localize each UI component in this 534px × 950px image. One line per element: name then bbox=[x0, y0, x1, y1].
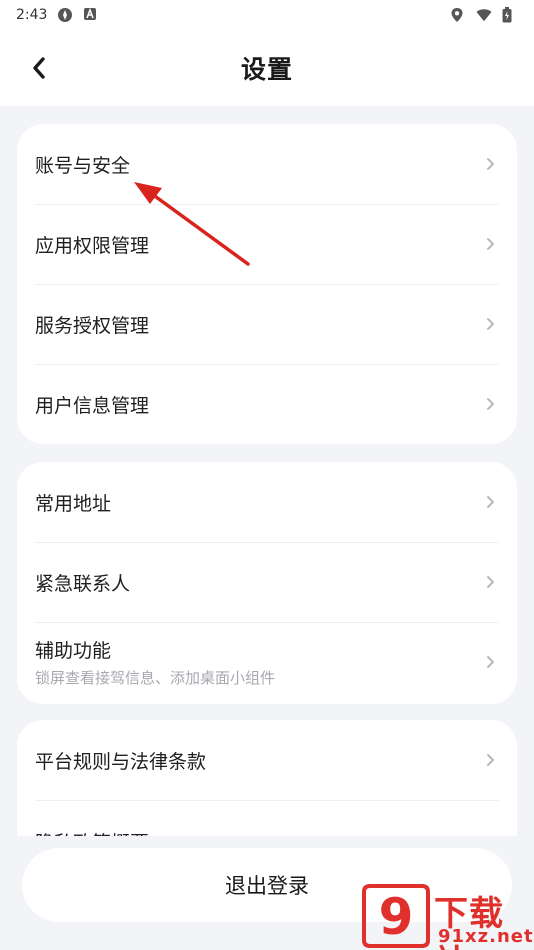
chevron-right-icon bbox=[487, 576, 494, 588]
status-time: 2:43 bbox=[16, 7, 48, 23]
location-icon bbox=[450, 7, 466, 23]
back-chevron-icon bbox=[33, 57, 45, 79]
menu-item-platform-rules[interactable]: 平台规则与法律条款 bbox=[17, 720, 517, 800]
menu-item-accessibility[interactable]: 辅助功能 锁屏查看接驾信息、添加桌面小组件 bbox=[17, 622, 517, 702]
menu-item-label: 账号与安全 bbox=[35, 154, 131, 177]
app-notification-icon bbox=[57, 7, 73, 23]
menu-item-user-info[interactable]: 用户信息管理 bbox=[17, 364, 517, 444]
settings-group-account: 账号与安全 应用权限管理 服务授权管理 用户信息管理 bbox=[17, 124, 517, 444]
menu-item-label: 用户信息管理 bbox=[35, 394, 150, 417]
battery-icon bbox=[502, 7, 518, 23]
chevron-right-icon bbox=[487, 656, 494, 668]
watermark-badge-text: 9 bbox=[379, 888, 414, 946]
menu-item-text: 辅助功能 锁屏查看接驾信息、添加桌面小组件 bbox=[35, 636, 275, 688]
header: 设置 bbox=[0, 30, 534, 106]
chevron-right-icon bbox=[487, 238, 494, 250]
watermark-domain: 91xz.net bbox=[438, 926, 534, 947]
back-button[interactable] bbox=[22, 51, 56, 85]
page-title: 设置 bbox=[240, 55, 293, 84]
menu-item-sublabel: 锁屏查看接驾信息、添加桌面小组件 bbox=[35, 669, 276, 687]
menu-item-emergency-contact[interactable]: 紧急联系人 bbox=[17, 542, 517, 622]
menu-item-app-permissions[interactable]: 应用权限管理 bbox=[17, 204, 517, 284]
chevron-right-icon bbox=[487, 754, 494, 766]
settings-group-legal: 平台规则与法律条款 隐私政策概要 bbox=[17, 720, 517, 836]
chevron-right-icon bbox=[487, 158, 494, 170]
menu-item-label: 隐私政策概要 bbox=[35, 828, 149, 836]
watermark-logo-icon: 9 bbox=[362, 884, 430, 948]
menu-item-label: 紧急联系人 bbox=[35, 572, 131, 595]
wifi-icon bbox=[476, 7, 492, 23]
chevron-right-icon bbox=[487, 318, 494, 330]
status-bar: 2:43 bbox=[0, 0, 534, 30]
menu-item-label: 应用权限管理 bbox=[35, 234, 150, 257]
chevron-right-icon bbox=[487, 398, 494, 410]
menu-item-service-authorization[interactable]: 服务授权管理 bbox=[17, 284, 517, 364]
menu-item-label: 平台规则与法律条款 bbox=[35, 750, 207, 773]
menu-item-common-address[interactable]: 常用地址 bbox=[17, 462, 517, 542]
watermark: 9 下载站 91xz.net bbox=[360, 882, 534, 950]
text-notification-icon bbox=[83, 7, 99, 23]
menu-item-privacy-summary[interactable]: 隐私政策概要 bbox=[17, 800, 517, 836]
menu-item-label: 服务授权管理 bbox=[35, 314, 150, 337]
menu-item-account-security[interactable]: 账号与安全 bbox=[17, 124, 517, 204]
menu-item-label: 常用地址 bbox=[35, 492, 112, 515]
chevron-right-icon bbox=[487, 496, 494, 508]
settings-group-general: 常用地址 紧急联系人 辅助功能 锁屏查看接驾信息、添加桌面小组件 bbox=[17, 462, 517, 704]
menu-item-label: 辅助功能 bbox=[35, 640, 112, 662]
